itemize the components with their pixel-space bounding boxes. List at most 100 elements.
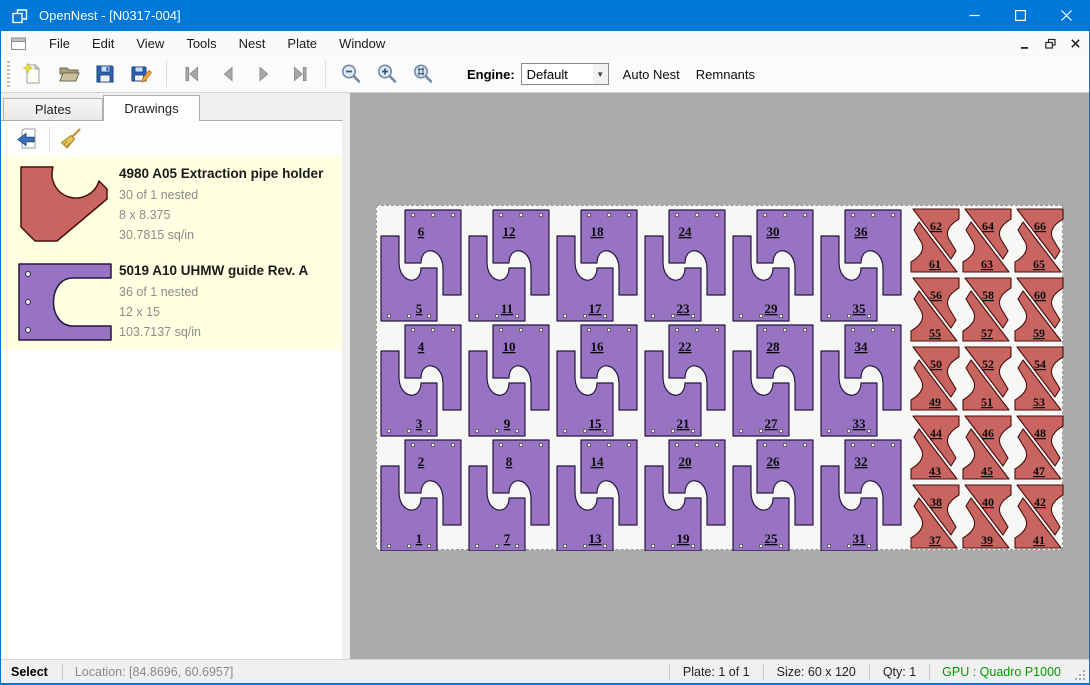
auto-nest-button[interactable]: Auto Nest [615, 63, 688, 86]
part-hole [691, 544, 694, 547]
purple-part-pair[interactable]: 56 [381, 210, 461, 321]
part-number: 53 [1033, 395, 1045, 409]
red-part-pair[interactable]: 4241 [1015, 485, 1063, 548]
drawing-item-2[interactable]: 5019 A10 UHMW guide Rev. A 36 of 1 neste… [1, 253, 342, 350]
purple-part-pair[interactable]: 3536 [821, 210, 901, 321]
part-number: 31 [853, 531, 866, 546]
purple-part-pair[interactable]: 34 [381, 325, 461, 436]
part-hole [739, 314, 742, 317]
go-last-button[interactable] [285, 59, 315, 89]
part-number: 2 [418, 454, 425, 469]
tab-plates[interactable]: Plates [3, 98, 103, 120]
drawing-item-1[interactable]: 4980 A05 Extraction pipe holder 30 of 1 … [1, 156, 342, 253]
part-number: 57 [981, 326, 993, 340]
part-hole [675, 443, 678, 446]
purple-part-pair[interactable]: 2930 [733, 210, 813, 321]
purple-part-pair[interactable]: 1920 [645, 440, 725, 551]
red-part-pair[interactable]: 4443 [911, 416, 959, 479]
remnants-button[interactable]: Remnants [688, 63, 763, 86]
part-hole [495, 544, 498, 547]
menu-tools[interactable]: Tools [175, 31, 227, 56]
menu-nest[interactable]: Nest [228, 31, 277, 56]
new-document-button[interactable] [18, 59, 48, 89]
purple-part-pair[interactable]: 1718 [557, 210, 637, 321]
menu-window[interactable]: Window [328, 31, 396, 56]
purple-part-pair[interactable]: 910 [469, 325, 549, 436]
import-drawing-button[interactable] [13, 124, 43, 154]
purple-part-pair[interactable]: 2324 [645, 210, 725, 321]
purple-part-pair[interactable]: 3334 [821, 325, 901, 436]
clean-drawings-button[interactable] [56, 124, 86, 154]
purple-part-pair[interactable]: 3132 [821, 440, 901, 551]
zoom-extents-button[interactable] [408, 59, 438, 89]
purple-part-pair[interactable]: 78 [469, 440, 549, 551]
part-number: 27 [765, 416, 779, 431]
purple-part-pair[interactable]: 12 [381, 440, 461, 551]
resize-grip-icon [1073, 668, 1087, 682]
purple-part-pair[interactable]: 1112 [469, 210, 549, 321]
part-hole [431, 328, 434, 331]
red-part-pair[interactable]: 6261 [911, 209, 959, 272]
part-number: 10 [503, 339, 516, 354]
mdi-restore-button[interactable] [1039, 34, 1061, 54]
save-as-button[interactable] [126, 59, 156, 89]
red-part-pair[interactable]: 5251 [963, 347, 1011, 410]
part-hole [587, 328, 590, 331]
purple-part-pair[interactable]: 1516 [557, 325, 637, 436]
menu-bar: File Edit View Tools Nest Plate Window [1, 31, 1089, 56]
red-part-pair[interactable]: 5655 [911, 278, 959, 341]
red-part-pair[interactable]: 4039 [963, 485, 1011, 548]
part-hole [607, 443, 610, 446]
zoom-in-button[interactable] [372, 59, 402, 89]
part-number: 36 [855, 224, 869, 239]
purple-part-pair[interactable]: 2728 [733, 325, 813, 436]
part-number: 15 [589, 416, 603, 431]
zoom-out-button[interactable] [336, 59, 366, 89]
red-part-pair[interactable]: 6665 [1015, 209, 1063, 272]
save-button[interactable] [90, 59, 120, 89]
menu-plate[interactable]: Plate [276, 31, 328, 56]
mdi-minimize-button[interactable] [1014, 34, 1036, 54]
nest-canvas[interactable]: 5634121112910781718151613142324212219202… [350, 93, 1089, 659]
part-hole [847, 429, 850, 432]
red-part-pair[interactable]: 5453 [1015, 347, 1063, 410]
part-number: 63 [981, 257, 993, 271]
plate[interactable]: 5634121112910781718151613142324212219202… [376, 205, 1063, 550]
red-part-pair[interactable]: 6463 [963, 209, 1011, 272]
status-mode: Select [1, 665, 62, 679]
menu-edit[interactable]: Edit [81, 31, 125, 56]
go-previous-button[interactable] [213, 59, 243, 89]
menu-view[interactable]: View [125, 31, 175, 56]
red-part-pair[interactable]: 5857 [963, 278, 1011, 341]
red-part-pair[interactable]: 5049 [911, 347, 959, 410]
red-part-pair[interactable]: 3837 [911, 485, 959, 548]
part-number: 49 [929, 395, 941, 409]
red-part-pair[interactable]: 4847 [1015, 416, 1063, 479]
part-hole [695, 443, 698, 446]
purple-part-pair[interactable]: 2122 [645, 325, 725, 436]
part-number: 39 [981, 533, 993, 547]
menu-file[interactable]: File [38, 31, 81, 56]
zoom-extents-icon [411, 62, 435, 86]
red-part-pair[interactable]: 6059 [1015, 278, 1063, 341]
mdi-close-button[interactable] [1064, 34, 1086, 54]
combo-dropdown-icon[interactable]: ▼ [593, 64, 608, 84]
resize-grip[interactable] [1073, 660, 1089, 684]
maximize-button[interactable] [997, 0, 1043, 31]
purple-part-pair[interactable]: 2526 [733, 440, 813, 551]
minimize-button[interactable] [951, 0, 997, 31]
purple-part-pair[interactable]: 1314 [557, 440, 637, 551]
part-hole [827, 429, 830, 432]
go-first-button[interactable] [177, 59, 207, 89]
red-part-pair[interactable]: 4645 [963, 416, 1011, 479]
toolbar-grip[interactable] [7, 61, 10, 87]
close-button[interactable] [1043, 0, 1089, 31]
engine-combobox[interactable]: Default ▼ [521, 63, 609, 85]
app-icon [11, 7, 29, 25]
tab-drawings[interactable]: Drawings [103, 95, 200, 121]
part-hole [627, 443, 630, 446]
part-number: 38 [930, 495, 942, 509]
open-button[interactable] [54, 59, 84, 89]
go-next-button[interactable] [249, 59, 279, 89]
part-hole [427, 314, 430, 317]
